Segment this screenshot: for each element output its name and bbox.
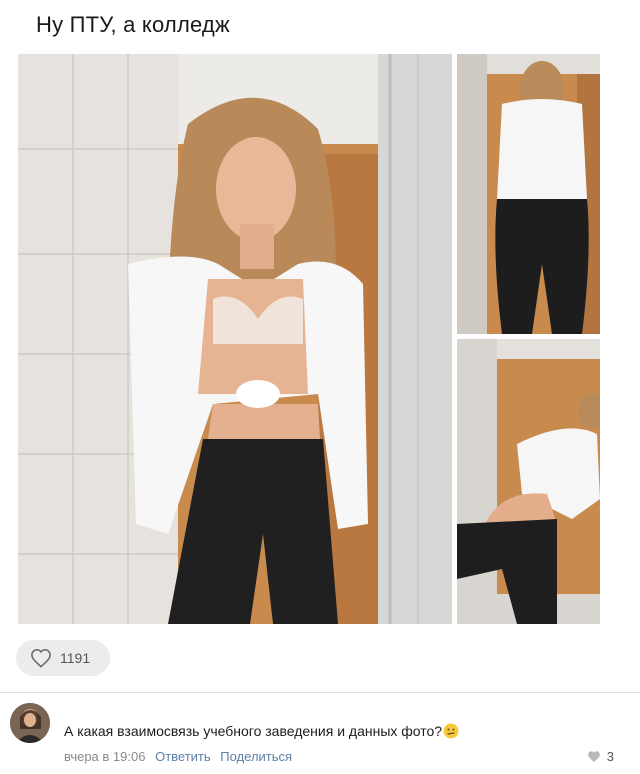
post-like-button[interactable]: 1191 <box>16 640 110 676</box>
comment-like-button[interactable]: 3 <box>587 749 614 764</box>
photo-top-right-image <box>457 54 600 334</box>
comment-body: А какая взаимосвязь учебного заведения и… <box>64 723 443 739</box>
photo-top-right[interactable] <box>457 54 600 334</box>
comment-time: вчера в 19:06 <box>64 749 146 764</box>
photo-grid <box>18 54 600 624</box>
confused-face-emoji-icon <box>443 723 459 739</box>
comment-item: А какая взаимосвязь учебного заведения и… <box>0 693 640 774</box>
photo-bottom-right-image <box>457 339 600 624</box>
photo-main[interactable] <box>18 54 452 624</box>
post-like-count: 1191 <box>60 650 91 666</box>
photo-main-image <box>18 54 452 624</box>
comment-like-count: 3 <box>606 749 614 764</box>
post-card: Ну ПТУ, а колледж 1191 <box>0 0 640 692</box>
comment-text: А какая взаимосвязь учебного заведения и… <box>64 723 459 739</box>
reply-link[interactable]: Ответить <box>155 749 211 764</box>
heart-icon <box>31 648 51 668</box>
avatar-image <box>10 703 50 743</box>
photo-bottom-right[interactable] <box>457 339 600 624</box>
heart-icon <box>587 751 600 763</box>
comment-meta: вчера в 19:06 Ответить Поделиться <box>64 749 292 764</box>
share-link[interactable]: Поделиться <box>220 749 292 764</box>
avatar[interactable] <box>10 703 50 743</box>
post-title: Ну ПТУ, а колледж <box>36 12 230 37</box>
